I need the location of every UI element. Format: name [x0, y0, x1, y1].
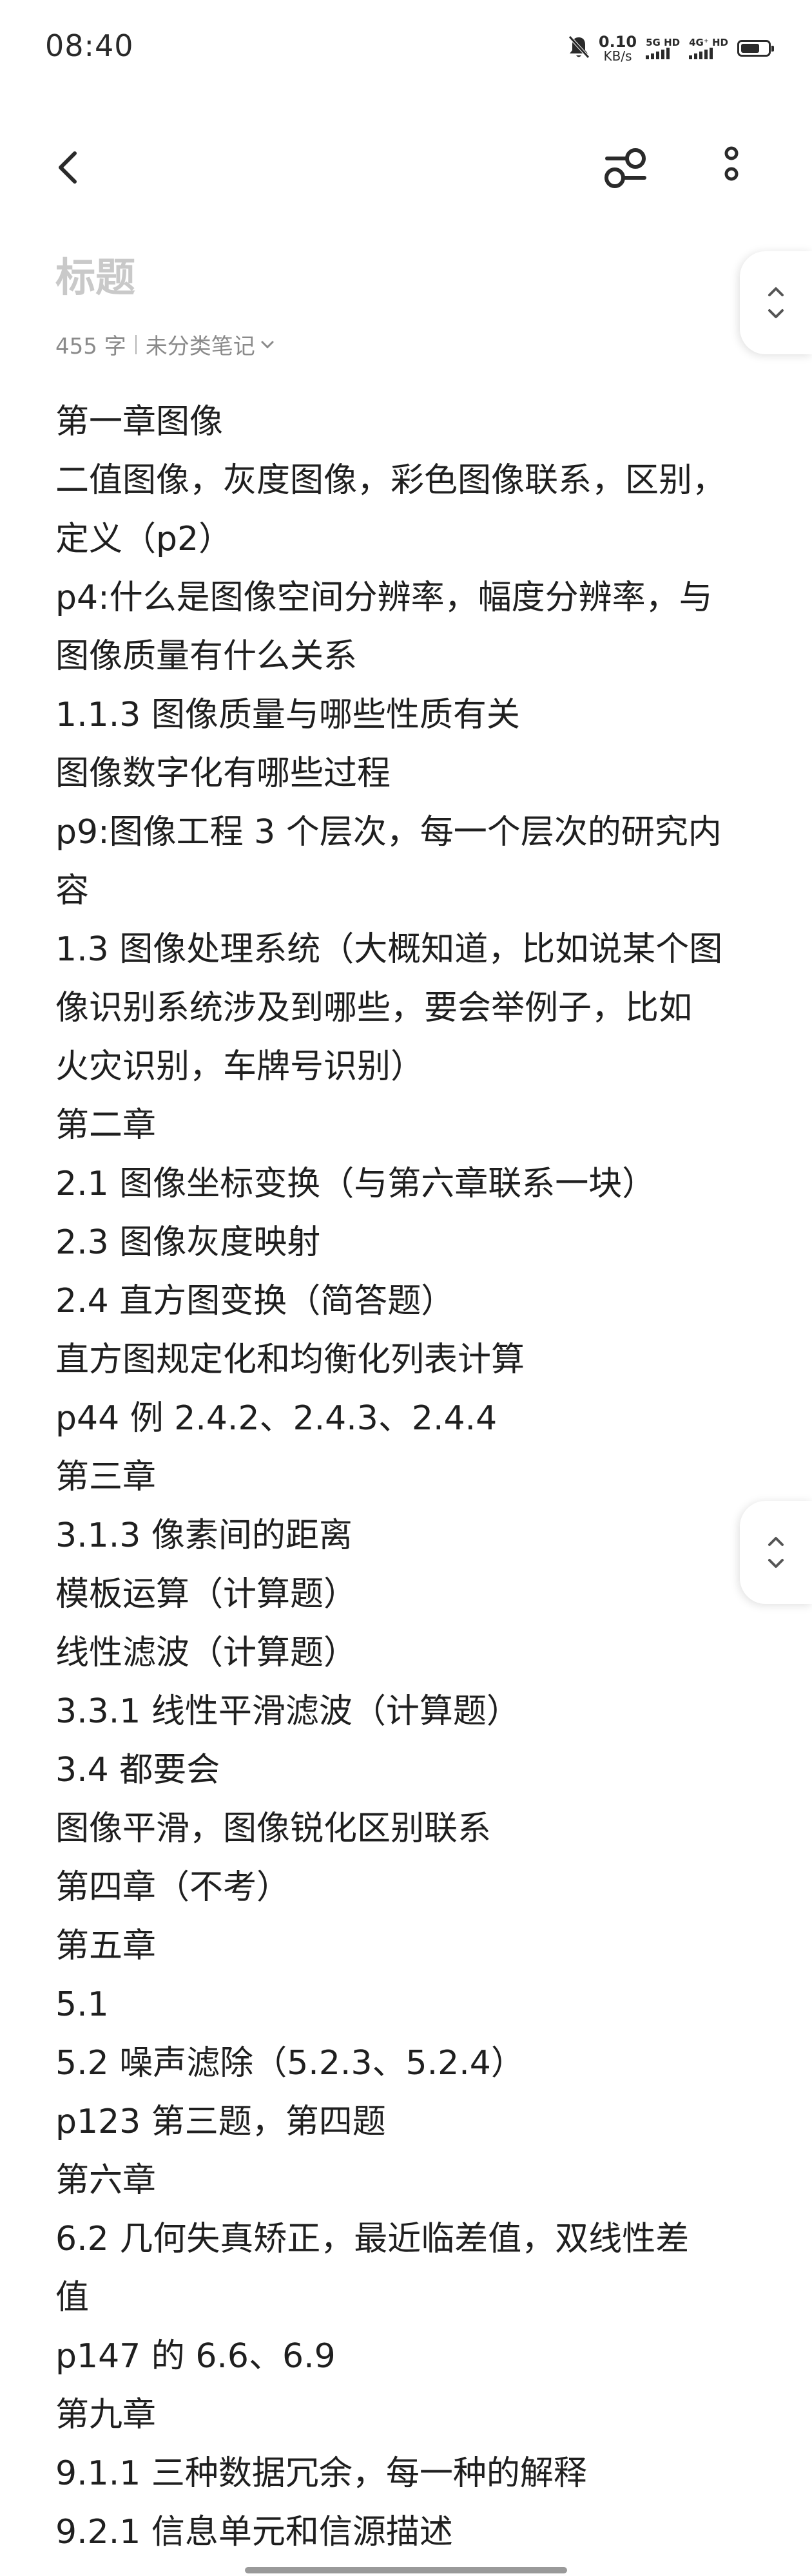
filter-button[interactable] [593, 135, 657, 200]
chevron-down-icon [261, 341, 274, 348]
note-line: p9:图像工程 3 个层次，每一个层次的研究内 [55, 813, 722, 852]
note-line: 1.3 图像处理系统（大概知道，比如说某个图 [55, 930, 723, 969]
note-line: 6.2 几何失真矫正，最近临差值，双线性差 [55, 2220, 690, 2258]
note-line: 第一章图像 [55, 403, 224, 441]
sim1-label: 5G HD [646, 37, 681, 48]
home-indicator[interactable] [245, 2567, 567, 2573]
note-line: 9.1.1 三种数据冗余，每一种的解释 [55, 2454, 587, 2493]
sim1-signal: 5G HD [646, 37, 680, 59]
meta-divider [135, 334, 137, 354]
note-line: p44 例 2.4.2、2.4.3、2.4.4 [55, 1399, 498, 1438]
note-line: 第四章（不考） [55, 1868, 291, 1907]
status-time: 08:40 [45, 28, 134, 63]
back-button[interactable] [45, 142, 97, 193]
note-line: 二值图像，灰度图像，彩色图像联系，区别， [55, 461, 726, 500]
note-line: p147 的 6.6、6.9 [55, 2337, 336, 2376]
note-line: 容 [55, 872, 90, 910]
note-line: 像识别系统涉及到哪些，要会举例子，比如 [55, 989, 693, 1027]
note-line: 2.4 直方图变换（简答题） [55, 1282, 455, 1321]
category-label: 未分类笔记 [145, 334, 255, 359]
sim2-signal-bars-icon [689, 48, 713, 59]
note-line: 2.3 图像灰度映射 [55, 1223, 321, 1262]
note-line: 第六章 [55, 2161, 157, 2200]
note-line: 图像数字化有哪些过程 [55, 754, 391, 793]
note-line: 3.3.1 线性平滑滤波（计算题） [55, 1692, 520, 1731]
note-line: 第九章 [55, 2396, 157, 2434]
chevron-down-icon [768, 309, 784, 318]
note-meta: 455 字 未分类笔记 [55, 329, 276, 360]
more-options-button[interactable] [702, 135, 760, 200]
note-body[interactable]: 第一章图像二值图像，灰度图像，彩色图像联系，区别， 定义（p2） p4:什么是图像空… [55, 393, 771, 2562]
status-icons: 0.10 KB/s 5G HD 4G⁺ HD [568, 32, 774, 64]
status-bar: 08:40 0.10 KB/s 5G HD 4G⁺ HD [0, 0, 812, 97]
note-line: 模板运算（计算题） [55, 1575, 358, 1614]
word-count: 455 字 [55, 334, 126, 359]
scroll-handle-middle[interactable] [740, 1501, 812, 1604]
network-speed-unit: KB/s [603, 48, 632, 64]
category-selector[interactable]: 未分类笔记 [146, 329, 276, 360]
note-line: p4:什么是图像空间分辨率，幅度分辨率，与 [55, 578, 713, 617]
chevron-down-icon [768, 1559, 784, 1568]
sim2-signal: 4G⁺ HD [689, 37, 728, 59]
note-line: p123 第三题，第四题 [55, 2103, 386, 2141]
chevron-up-icon [768, 287, 784, 296]
note-line: 9.2.1 信息单元和信源描述 [55, 2513, 453, 2552]
note-toolbar [0, 122, 812, 206]
chevron-up-icon [768, 1537, 784, 1546]
note-line: 第二章 [55, 1106, 157, 1145]
scroll-handle-top[interactable] [740, 251, 812, 354]
chevron-left-icon [59, 151, 77, 184]
note-line: 火灾识别，车牌号识别） [55, 1047, 425, 1086]
note-line: 直方图规定化和均衡化列表计算 [55, 1340, 525, 1379]
mute-bell-icon [568, 35, 590, 62]
network-speed: 0.10 KB/s [599, 34, 637, 62]
battery-icon [737, 40, 774, 57]
note-line: 3.1.3 像素间的距离 [55, 1516, 353, 1555]
sliders-icon [604, 148, 646, 188]
note-line: 值 [55, 2278, 90, 2317]
sim2-label: 4G⁺ HD [689, 37, 728, 48]
note-line: 5.1 [55, 1985, 109, 2024]
note-line: 第三章 [55, 1458, 157, 1496]
note-line: 5.2 噪声滤除（5.2.3、5.2.4） [55, 2044, 525, 2083]
note-line: 线性滤波（计算题） [55, 1634, 358, 1672]
note-line: 定义（p2） [55, 520, 233, 558]
note-title-placeholder[interactable]: 标题 [55, 245, 135, 303]
note-line: 图像平滑，图像锐化区别联系 [55, 1809, 492, 1848]
more-vertical-icon [724, 146, 739, 181]
network-speed-value: 0.10 [598, 33, 637, 51]
note-line: 图像质量有什么关系 [55, 637, 358, 676]
note-line: 1.1.3 图像质量与哪些性质有关 [55, 696, 520, 734]
sim1-signal-bars-icon [646, 48, 670, 59]
note-line: 2.1 图像坐标变换（与第六章联系一块） [55, 1165, 656, 1203]
note-line: 第五章 [55, 1927, 157, 1965]
note-line: 3.4 都要会 [55, 1751, 220, 1789]
